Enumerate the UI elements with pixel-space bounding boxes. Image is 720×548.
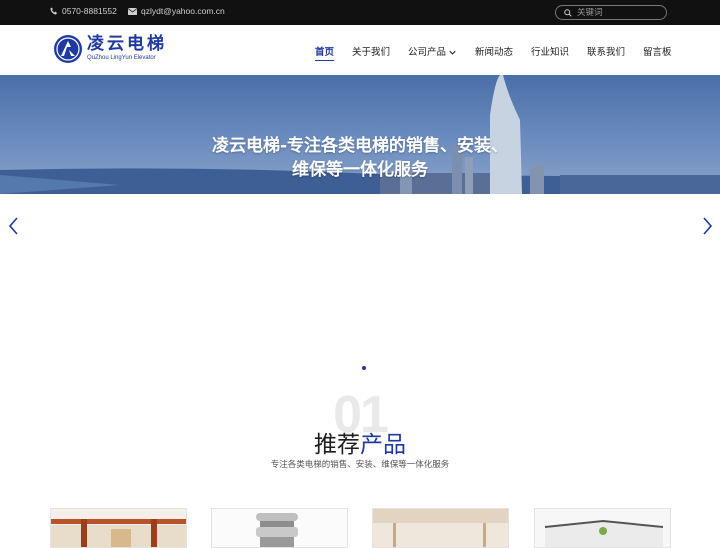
phone-icon — [50, 7, 57, 15]
chevron-right-icon[interactable] — [700, 216, 714, 236]
top-bar: 0570-8881552 qzlydt@yahoo.com.cn — [0, 0, 720, 25]
product-card[interactable] — [50, 508, 187, 548]
phone-contact: 0570-8881552 — [50, 6, 117, 16]
product-image — [212, 509, 347, 547]
slider-pagination-dot[interactable] — [362, 366, 366, 370]
product-image — [51, 509, 186, 547]
section-subtitle: 专注各类电梯的销售、安装、维保等一体化服务 — [270, 460, 450, 470]
email-contact: qzlydt@yahoo.com.cn — [128, 6, 225, 16]
product-card[interactable] — [211, 508, 348, 548]
main-nav: 首页 关于我们 公司产品 新闻动态 行业知识 联系我们 留言板 — [0, 44, 720, 64]
search-box[interactable] — [555, 5, 667, 20]
email-address[interactable]: qzlydt@yahoo.com.cn — [141, 6, 225, 16]
chevron-left-icon[interactable] — [7, 216, 21, 236]
section-title: 推荐产品 — [314, 432, 406, 458]
banner-title-line2: 维保等一体化服务 — [292, 160, 428, 180]
product-card[interactable] — [534, 508, 671, 548]
nav-item-news[interactable]: 新闻动态 — [475, 44, 513, 60]
product-card[interactable] — [372, 508, 509, 548]
nav-item-industry[interactable]: 行业知识 — [531, 44, 569, 60]
header: 凌云电梯 QuZhou LingYun Elevator 首页 关于我们 公司产… — [0, 25, 720, 75]
nav-item-contact[interactable]: 联系我们 — [587, 44, 625, 60]
chevron-down-icon — [449, 50, 456, 55]
banner-title-line1: 凌云电梯-专注各类电梯的销售、安装、 — [211, 136, 509, 156]
envelope-icon — [128, 7, 137, 15]
search-input[interactable] — [577, 7, 657, 18]
phone-number: 0570-8881552 — [62, 6, 117, 16]
nav-item-guestbook[interactable]: 留言板 — [643, 44, 672, 60]
nav-item-home[interactable]: 首页 — [315, 44, 335, 61]
product-image — [535, 509, 670, 547]
nav-item-about[interactable]: 关于我们 — [352, 44, 390, 60]
nav-item-products[interactable]: 公司产品 — [408, 44, 456, 60]
search-icon[interactable] — [564, 8, 572, 17]
product-image — [373, 509, 508, 547]
hero-banner: 凌云电梯-专注各类电梯的销售、安装、 维保等一体化服务 — [0, 75, 720, 194]
